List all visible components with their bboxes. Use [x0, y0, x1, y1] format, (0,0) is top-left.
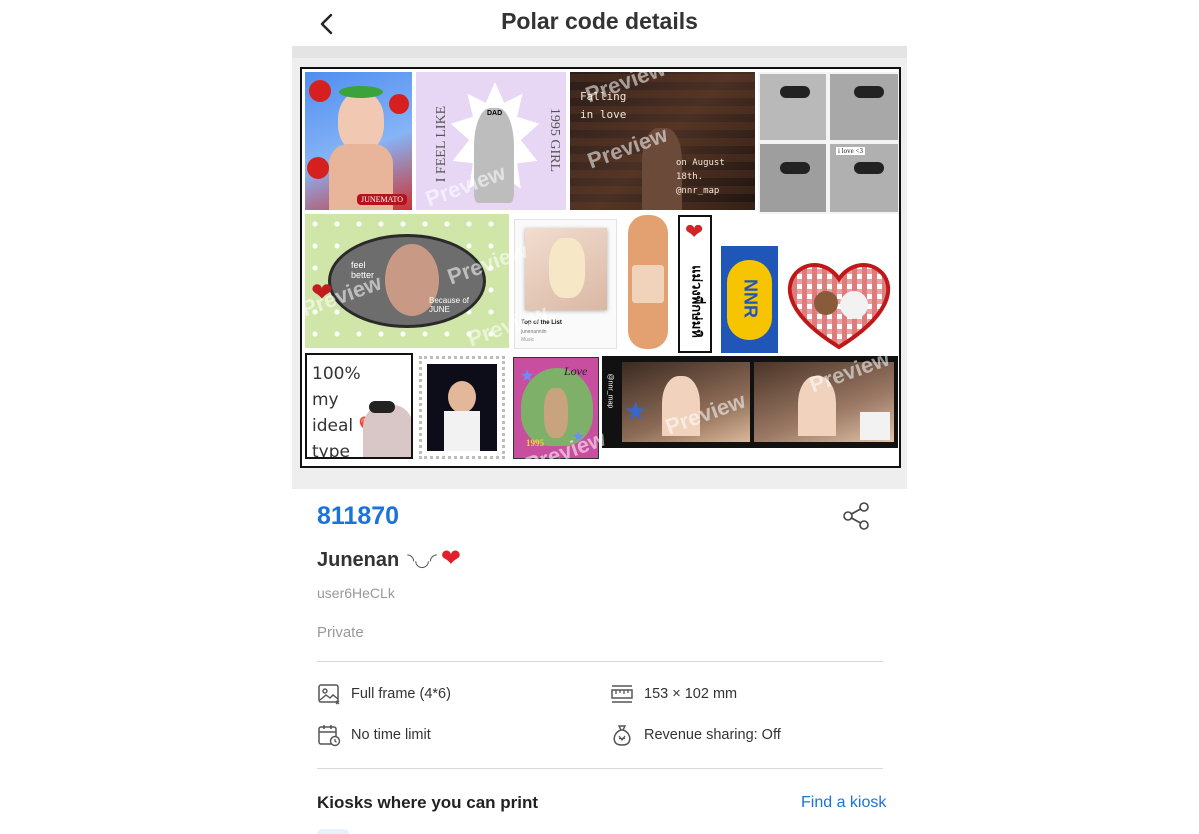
money-bag-icon	[613, 725, 631, 746]
find-kiosk-link[interactable]: Find a kiosk	[801, 794, 886, 812]
collage-film-strip: ★ @nnr_map	[602, 356, 898, 448]
username: user6HeCLk	[317, 585, 395, 601]
poster-cap-text: DAD	[487, 110, 503, 117]
kiosks-heading: Kiosks where you can print	[317, 793, 539, 812]
nnr-text: NNR	[740, 279, 761, 318]
design-preview: JUNEMATO DAD I FEEL LIKE 1995 GIRL Falli…	[292, 46, 907, 489]
collage-nnr-logo: NNR	[721, 246, 778, 353]
calendar-clock-icon	[318, 725, 341, 747]
spec-time-label: No time limit	[351, 727, 431, 743]
thai-text: แม่วงพี่กษ่มหิ	[688, 265, 704, 338]
nnr-map-text: @nnr_map	[606, 373, 614, 409]
junemato-caption: JUNEMATO	[357, 194, 408, 205]
year-text: 1995	[526, 438, 544, 448]
1995-girl-text: 1995 GIRL	[547, 107, 563, 173]
spec-frame-label: Full frame (4*6)	[351, 686, 451, 702]
kiosk-list-peek	[317, 829, 349, 834]
spec-frame: Full frame (4*6)	[317, 682, 451, 706]
collage-thai-tag: ❤ แม่วงพี่กษ่มหิ	[678, 215, 712, 353]
collage-love-1995: ★ ★ Love 1995	[513, 357, 599, 459]
collage-poster-1995-girl: DAD I FEEL LIKE 1995 GIRL	[416, 72, 566, 210]
spec-time: No time limit	[317, 723, 431, 747]
share-icon	[843, 502, 869, 530]
spec-revenue: Revenue sharing: Off	[610, 723, 781, 747]
collage-bandage-sticker	[628, 215, 668, 349]
privacy-status: Private	[317, 624, 364, 641]
collage-gingham-heart	[782, 259, 896, 351]
feel-like-text: I FEEL LIKE	[434, 105, 450, 183]
card-music-text: Music	[521, 337, 535, 343]
divider	[317, 768, 883, 769]
collage-photo-strip-bw: i love <3	[758, 72, 899, 214]
collage-photo-feel-better: ❤ feel better Because of JUNE	[305, 214, 509, 348]
collage-photo-junemato: JUNEMATO	[305, 72, 412, 210]
august-date-text: on August 18th. @nnr_map	[676, 158, 725, 196]
i-love-text: i love <3	[836, 147, 865, 155]
spec-size: 153 × 102 mm	[610, 682, 737, 706]
card-sub-text: junenanniin	[521, 329, 547, 335]
spec-size-label: 153 × 102 mm	[644, 686, 738, 702]
top-bar: Polar code details	[292, 0, 907, 46]
collage-ideal-type-note: 100% my ideal ❤️ type	[305, 353, 413, 459]
author-emoji: ◝◡◜	[407, 550, 437, 570]
love-text: Love	[564, 364, 588, 378]
preview-top-strip	[292, 46, 907, 58]
ruler-icon	[611, 685, 633, 703]
image-icon	[318, 684, 340, 705]
falling-in-love-text: Falling in love	[580, 90, 627, 121]
collage-music-card: Top of the List junenanniin Music	[514, 219, 617, 349]
page-title: Polar code details	[501, 8, 698, 34]
collage-photo-falling-in-love: Falling in love on August 18th. @nnr_map	[570, 72, 755, 210]
card-title-text: Top of the List	[521, 320, 562, 326]
author-name: Junenan	[317, 549, 400, 571]
because-of-june-text: Because of JUNE	[429, 296, 470, 314]
collage-child-stamp	[419, 356, 505, 459]
spec-revenue-label: Revenue sharing: Off	[644, 727, 781, 743]
feel-better-text: feel better	[351, 260, 375, 280]
author-line: Junenan ◝◡◜ ❤	[317, 544, 461, 573]
divider	[317, 661, 883, 662]
collage-canvas: JUNEMATO DAD I FEEL LIKE 1995 GIRL Falli…	[300, 67, 901, 468]
heart-icon: ❤	[440, 545, 462, 572]
polar-code: 811870	[317, 502, 400, 530]
share-button[interactable]	[840, 501, 872, 531]
